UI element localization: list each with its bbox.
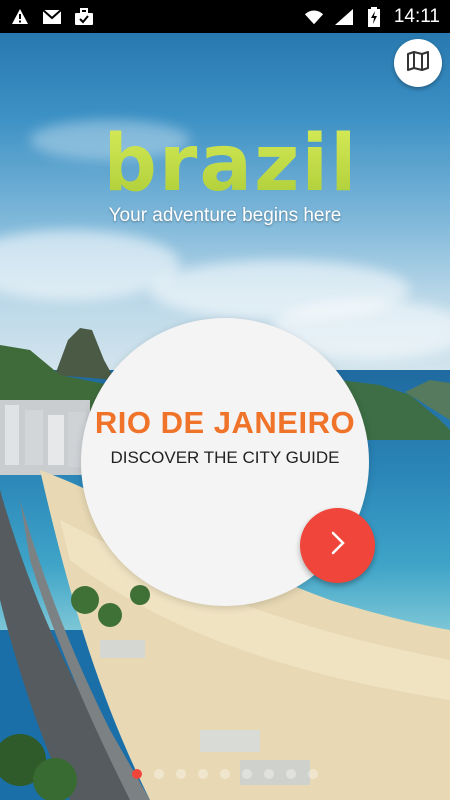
page-dot[interactable] <box>220 769 230 779</box>
tagline: Your adventure begins here <box>108 205 342 226</box>
page-dot[interactable] <box>132 769 142 779</box>
clock: 14:11 <box>393 5 440 27</box>
map-icon <box>406 49 430 78</box>
page-indicator <box>0 769 450 779</box>
page-dot[interactable] <box>176 769 186 779</box>
wifi-icon <box>304 7 324 27</box>
city-subtitle: DISCOVER THE CITY GUIDE <box>110 448 340 467</box>
warning-icon <box>10 7 30 27</box>
page-dot[interactable] <box>286 769 296 779</box>
map-button[interactable] <box>394 39 442 87</box>
signal-icon <box>334 7 354 27</box>
city-title: RIO DE JANEIRO <box>94 405 356 440</box>
brazil-logo: brazil <box>110 119 350 208</box>
status-bar: 14:11 <box>0 0 450 33</box>
system-icons: 14:11 <box>304 6 440 28</box>
next-button[interactable] <box>300 508 375 583</box>
notification-icons <box>10 7 94 27</box>
page-dot[interactable] <box>154 769 164 779</box>
chevron-right-icon <box>327 530 349 561</box>
page-dot[interactable] <box>242 769 252 779</box>
battery-charging-icon <box>364 6 384 27</box>
page-dot[interactable] <box>264 769 274 779</box>
mail-icon <box>42 7 62 27</box>
briefcase-icon <box>74 7 94 27</box>
logo-text: brazil <box>110 119 350 208</box>
page-dot[interactable] <box>308 769 318 779</box>
page-dot[interactable] <box>198 769 208 779</box>
